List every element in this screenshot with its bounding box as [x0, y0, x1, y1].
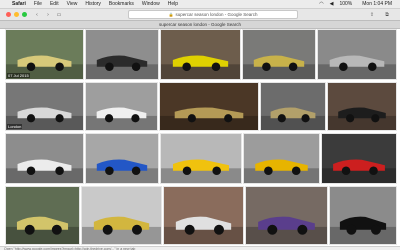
image-result[interactable]	[245, 186, 328, 245]
status-bar: Open "http://www.google.com/imgres?imgur…	[0, 246, 400, 250]
menu-safari[interactable]: Safari	[12, 1, 26, 7]
car-photo	[161, 55, 240, 79]
image-caption: 07 Jul 2015	[7, 73, 30, 78]
share-icon[interactable]: ⇪	[368, 12, 376, 18]
wifi-icon[interactable]: ◠	[319, 1, 323, 7]
menu-history[interactable]: History	[85, 1, 101, 7]
back-button[interactable]: ‹	[33, 12, 41, 18]
image-result[interactable]	[242, 29, 316, 80]
forward-button[interactable]: ›	[44, 12, 52, 18]
car-photo	[328, 107, 396, 130]
menu-file[interactable]: File	[34, 1, 42, 7]
car-photo	[161, 159, 241, 183]
image-result[interactable]	[85, 82, 158, 131]
car-photo	[244, 159, 319, 183]
image-result[interactable]	[317, 29, 397, 80]
car-photo	[164, 216, 243, 244]
car-photo	[261, 107, 325, 130]
image-result[interactable]	[81, 186, 162, 245]
menu-help[interactable]: Help	[168, 1, 178, 7]
image-result[interactable]	[163, 186, 244, 245]
menu-view[interactable]: View	[67, 1, 78, 7]
image-result[interactable]	[327, 82, 397, 131]
car-photo	[6, 216, 79, 244]
car-photo	[6, 55, 83, 79]
menubar-status: ◠ ◀ 100% Mon 1:04 PM	[319, 1, 392, 7]
image-result[interactable]: 07 Jul 2015	[5, 29, 84, 80]
menu-bookmarks[interactable]: Bookmarks	[109, 1, 134, 7]
image-result[interactable]	[243, 133, 320, 184]
image-result[interactable]: London	[5, 82, 84, 131]
image-results-grid: 07 Jul 2015 London	[0, 29, 400, 246]
car-photo	[86, 107, 157, 130]
menu-window[interactable]: Window	[142, 1, 160, 7]
car-photo	[322, 159, 396, 183]
car-photo	[6, 159, 83, 183]
car-photo	[318, 55, 396, 79]
toolbar-right: ⇪ ⧉	[368, 12, 394, 18]
menu-edit[interactable]: Edit	[50, 1, 59, 7]
image-result[interactable]	[5, 133, 84, 184]
tabs-icon[interactable]: ⧉	[383, 12, 391, 18]
image-result[interactable]	[329, 186, 397, 245]
volume-icon[interactable]: ◀	[330, 1, 334, 7]
battery-level[interactable]: 100%	[339, 1, 352, 7]
clock[interactable]: Mon 1:04 PM	[362, 1, 392, 7]
sidebar-icon[interactable]: ▭	[55, 12, 63, 18]
car-photo	[246, 216, 327, 244]
lock-icon: 🔒	[168, 12, 174, 17]
car-photo	[243, 55, 315, 79]
image-result[interactable]	[85, 29, 159, 80]
image-result[interactable]	[260, 82, 326, 131]
car-photo	[6, 107, 83, 130]
address-bar[interactable]: 🔒 supercar season london - Google Search	[128, 10, 298, 19]
window-controls	[6, 12, 27, 17]
car-photo	[82, 216, 161, 244]
close-icon[interactable]	[6, 12, 11, 17]
tab-bar: supercar season london - Google Search	[0, 21, 400, 29]
image-result[interactable]	[159, 82, 259, 131]
minimize-icon[interactable]	[14, 12, 19, 17]
image-result[interactable]	[321, 133, 397, 184]
image-result[interactable]	[160, 133, 242, 184]
browser-toolbar: ‹ › ▭ 🔒 supercar season london - Google …	[0, 9, 400, 21]
zoom-icon[interactable]	[22, 12, 27, 17]
image-result[interactable]	[5, 186, 80, 245]
image-result[interactable]	[85, 133, 159, 184]
car-photo	[86, 159, 158, 183]
car-photo	[330, 216, 396, 244]
image-result[interactable]	[160, 29, 241, 80]
car-photo	[160, 107, 258, 130]
address-text: supercar season london - Google Search	[175, 12, 258, 17]
mac-menubar: Safari File Edit View History Bookmarks …	[0, 0, 400, 9]
active-tab[interactable]: supercar season london - Google Search	[159, 22, 241, 27]
car-photo	[86, 55, 158, 79]
image-caption: London	[7, 124, 23, 129]
